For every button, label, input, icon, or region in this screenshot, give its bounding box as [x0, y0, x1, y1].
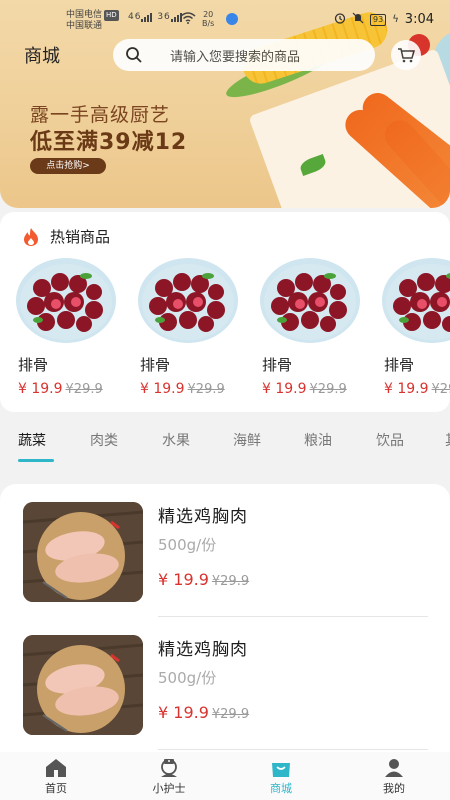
nav-label: 我的	[383, 782, 405, 795]
chicken-breast-image	[23, 635, 143, 735]
list-item[interactable]: 精选鸡胸肉 500g/份 ¥ 19.9 ¥29.9	[0, 484, 450, 618]
product-list: 精选鸡胸肉 500g/份 ¥ 19.9 ¥29.9 精选鸡胸肉 500g/份 ¥ …	[0, 484, 450, 754]
network-speed: 20 B/s	[202, 10, 215, 28]
cherry-image	[138, 258, 238, 343]
signal-icon: 46 36	[128, 12, 183, 22]
product-price: ¥ 19.9	[158, 570, 209, 589]
product-spec: 500g/份	[158, 669, 217, 687]
mute-icon	[352, 12, 364, 27]
hot-product-card[interactable]: 排骨 ¥ 19.9¥29.9	[382, 258, 450, 397]
chicken-breast-image	[23, 502, 143, 602]
tab-fruit[interactable]: 水果	[162, 430, 190, 450]
wifi-icon	[180, 12, 196, 27]
hot-product-card[interactable]: 排骨 ¥ 19.9¥29.9	[138, 258, 252, 397]
nav-nurse[interactable]: 小护士	[124, 758, 214, 796]
search-icon	[126, 47, 142, 63]
shop-page: 露一手高级厨艺 低至满39减12 点击抢购> 中国电信 HD 中国联通 46 36…	[0, 0, 450, 800]
nav-shop[interactable]: 商城	[236, 758, 326, 796]
product-price: ¥ 19.9	[384, 381, 429, 397]
network-type-1: 46	[128, 12, 142, 22]
tab-meat[interactable]: 肉类	[90, 430, 118, 450]
cart-icon	[398, 48, 415, 63]
product-old-price: ¥29.9	[187, 382, 225, 397]
banner-headline: 露一手高级厨艺	[30, 104, 171, 126]
product-price: ¥ 19.9	[140, 381, 185, 397]
product-price: ¥ 19.9	[18, 381, 63, 397]
section-title: 热销商品	[50, 228, 111, 246]
hot-products-list: 排骨 ¥ 19.9 ¥29.9 排骨 ¥ 19.9 ¥29.9 排骨 ¥ 19.…	[0, 258, 450, 408]
product-old-price: ¥29.9	[431, 382, 450, 397]
shop-bag-icon	[272, 763, 290, 777]
user-icon	[385, 759, 403, 777]
battery-icon: 93	[370, 13, 387, 26]
nav-profile[interactable]: 我的	[349, 758, 439, 796]
nav-label: 商城	[270, 782, 292, 795]
product-old-price: ¥29.9	[65, 382, 103, 397]
hot-header: 热销商品	[22, 226, 110, 247]
bottom-nav: 首页 小护士 商城 我的	[0, 752, 450, 800]
cherry-image	[16, 258, 116, 343]
hd-badge: HD	[104, 10, 119, 21]
tab-vegetables[interactable]: 蔬菜	[18, 430, 46, 450]
hot-product-card[interactable]: 排骨 ¥ 19.9¥29.9	[260, 258, 374, 397]
fire-icon	[24, 227, 38, 246]
product-name: 精选鸡胸肉	[158, 640, 248, 660]
hot-product-card[interactable]: 排骨 ¥ 19.9¥29.9	[16, 258, 130, 397]
product-old-price: ¥29.9	[309, 382, 347, 397]
cherry-image	[260, 258, 360, 343]
nav-label: 首页	[45, 782, 67, 795]
nav-home[interactable]: 首页	[11, 758, 101, 796]
tab-more[interactable]: 其	[445, 430, 450, 450]
alarm-icon	[334, 12, 346, 27]
carrier-info: 中国电信 HD 中国联通	[66, 10, 119, 32]
clock: 3:04	[404, 12, 434, 27]
product-name: 排骨	[18, 356, 49, 374]
cherry-image	[382, 258, 450, 343]
tab-drinks[interactable]: 饮品	[376, 430, 404, 450]
network-type-2: 36	[157, 12, 171, 22]
charging-icon: ϟ	[392, 14, 399, 25]
product-price: ¥ 19.9	[262, 381, 307, 397]
category-tabs: 蔬菜 肉类 水果 海鲜 粮油 饮品 其	[0, 430, 450, 466]
hot-products-section: 热销商品 排骨 ¥ 19.9 ¥29.9 排骨 ¥ 19.9 ¥29.9 排骨 …	[0, 212, 450, 412]
nav-label: 小护士	[152, 782, 186, 795]
cart-button[interactable]	[391, 40, 421, 70]
home-icon	[46, 759, 66, 777]
banner-buy-button[interactable]: 点击抢购>	[30, 158, 106, 174]
banner-offer: 低至满39减12	[30, 130, 188, 155]
product-name: 精选鸡胸肉	[158, 507, 248, 527]
product-old-price: ¥29.9	[211, 707, 250, 722]
app-notification-icon	[226, 13, 238, 25]
search-placeholder: 请输入您要搜索的商品	[170, 49, 301, 65]
tab-seafood[interactable]: 海鲜	[233, 430, 261, 450]
carrier-2: 中国联通	[66, 21, 103, 31]
status-bar: 中国电信 HD 中国联通 46 36 20 B/s 93 ϟ 3:04	[0, 0, 450, 40]
page-title: 商城	[24, 46, 60, 67]
search-input[interactable]: 请输入您要搜索的商品	[113, 39, 375, 71]
product-price: ¥ 19.9	[158, 703, 209, 722]
tab-grain-oil[interactable]: 粮油	[304, 430, 332, 450]
product-spec: 500g/份	[158, 536, 217, 554]
product-old-price: ¥29.9	[211, 574, 250, 589]
product-name: 排骨	[262, 356, 293, 374]
carrier-1: 中国电信	[66, 10, 103, 20]
status-right: 93 ϟ 3:04	[334, 12, 434, 27]
active-tab-indicator	[18, 459, 54, 462]
nurse-icon	[161, 759, 177, 777]
divider	[158, 749, 428, 750]
list-item[interactable]: 精选鸡胸肉 500g/份 ¥ 19.9 ¥29.9	[0, 617, 450, 751]
product-name: 排骨	[140, 356, 171, 374]
product-name: 排骨	[384, 356, 415, 374]
